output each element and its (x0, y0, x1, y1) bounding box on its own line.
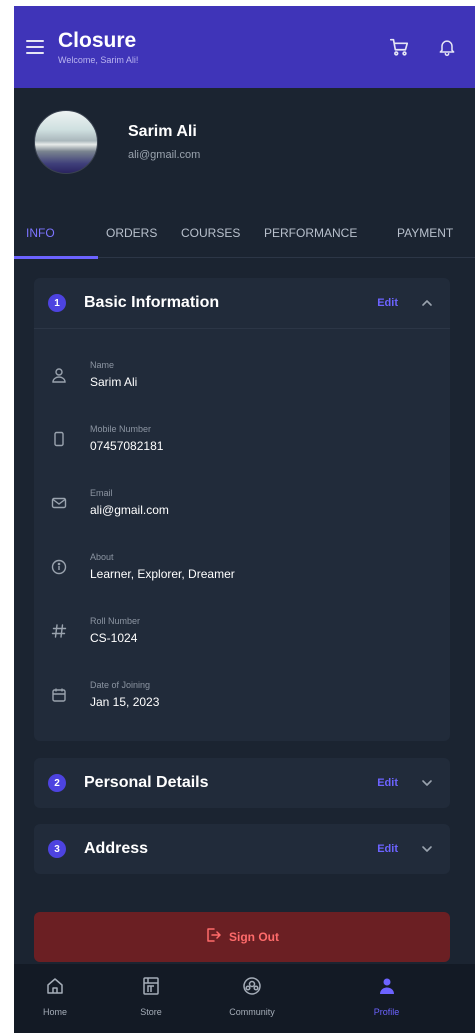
section-number-badge: 3 (48, 840, 66, 858)
info-icon (50, 558, 68, 576)
profile-info: Sarim Ali ali@gmail.com (128, 123, 200, 161)
chevron-down-icon[interactable] (420, 842, 434, 856)
nav-label: Home (42, 1007, 67, 1017)
nav-community[interactable]: Community (206, 964, 298, 1033)
cart-icon[interactable] (387, 35, 411, 59)
field-value: CS-1024 (90, 631, 138, 645)
profile-header: Sarim Ali ali@gmail.com (34, 110, 200, 174)
calendar-icon (50, 686, 68, 704)
section-header[interactable]: 3 Address Edit (34, 824, 450, 874)
header-titles: Closure Welcome, Sarim Ali! (58, 28, 387, 65)
field-label: Email (90, 488, 113, 498)
nav-label: Community (229, 1007, 275, 1017)
app-title: Closure (58, 28, 137, 52)
profile-tabs: INFO ORDERS COURSES PERFORMANCE PAYMENT (14, 212, 475, 259)
field-about: About Learner, Explorer, Dreamer (34, 546, 450, 596)
field-roll-number: Roll Number CS-1024 (34, 610, 450, 660)
logout-icon (205, 927, 221, 948)
mail-icon (50, 494, 68, 512)
tab-courses[interactable]: COURSES (181, 226, 240, 240)
section-number-badge: 1 (48, 294, 66, 312)
section-header[interactable]: 2 Personal Details Edit (34, 758, 450, 808)
address-section: 3 Address Edit (34, 824, 450, 874)
profile-icon (377, 976, 397, 1001)
community-icon (242, 976, 262, 1001)
section-header[interactable]: 1 Basic Information Edit (34, 278, 450, 328)
chevron-up-icon[interactable] (420, 296, 434, 310)
nav-store[interactable]: Store (96, 964, 206, 1033)
store-icon (141, 976, 161, 1001)
hash-icon (50, 622, 68, 640)
divider (34, 328, 450, 329)
home-icon (45, 976, 65, 1001)
field-value: Sarim Ali (90, 375, 138, 389)
edit-button[interactable]: Edit (377, 297, 398, 309)
sign-out-button[interactable]: Sign Out (34, 912, 450, 962)
user-icon (50, 366, 68, 384)
tab-performance[interactable]: PERFORMANCE (264, 226, 357, 240)
section-title: Address (84, 840, 149, 857)
bottom-navigation: Home Store Community Profile (14, 964, 475, 1033)
active-tab-indicator (14, 256, 98, 259)
section-number-badge: 2 (48, 774, 66, 792)
avatar (34, 110, 98, 174)
nav-profile[interactable]: Profile (298, 964, 475, 1033)
field-value: Jan 15, 2023 (90, 695, 160, 709)
profile-email: ali@gmail.com (128, 149, 201, 161)
field-value: ali@gmail.com (90, 503, 169, 517)
field-label: Roll Number (90, 616, 141, 626)
edit-button[interactable]: Edit (377, 777, 398, 789)
nav-home[interactable]: Home (14, 964, 96, 1033)
tab-payment[interactable]: PAYMENT (397, 226, 453, 240)
app-header: Closure Welcome, Sarim Ali! (14, 6, 475, 88)
nav-label: Store (140, 1007, 162, 1017)
section-title: Personal Details (84, 774, 209, 791)
profile-name: Sarim Ali (128, 123, 197, 140)
field-label: Mobile Number (90, 424, 152, 434)
welcome-text: Welcome, Sarim Ali! (58, 54, 139, 65)
nav-label: Profile (373, 1007, 400, 1017)
basic-information-section: 1 Basic Information Edit Name Sarim Ali … (34, 278, 450, 741)
field-value: 07457082181 (90, 439, 164, 453)
edit-button[interactable]: Edit (377, 843, 398, 855)
field-name: Name Sarim Ali (34, 354, 450, 404)
sign-out-label: Sign Out (229, 930, 279, 944)
field-value: Learner, Explorer, Dreamer (90, 567, 235, 581)
bell-icon[interactable] (435, 35, 459, 59)
tab-orders[interactable]: ORDERS (106, 226, 157, 240)
app-frame: Closure Welcome, Sarim Ali! Sarim Ali al… (14, 6, 475, 1033)
field-email: Email ali@gmail.com (34, 482, 450, 532)
field-label: About (90, 552, 114, 562)
section-title: Basic Information (84, 294, 220, 311)
phone-icon (50, 430, 68, 448)
personal-details-section: 2 Personal Details Edit (34, 758, 450, 808)
tab-info[interactable]: INFO (26, 226, 55, 240)
field-mobile-number: Mobile Number 07457082181 (34, 418, 450, 468)
field-label: Name (90, 360, 115, 370)
chevron-down-icon[interactable] (420, 776, 434, 790)
hamburger-menu-icon[interactable] (26, 40, 44, 54)
field-label: Date of Joining (90, 680, 151, 690)
field-date-of-joining: Date of Joining Jan 15, 2023 (34, 674, 450, 724)
